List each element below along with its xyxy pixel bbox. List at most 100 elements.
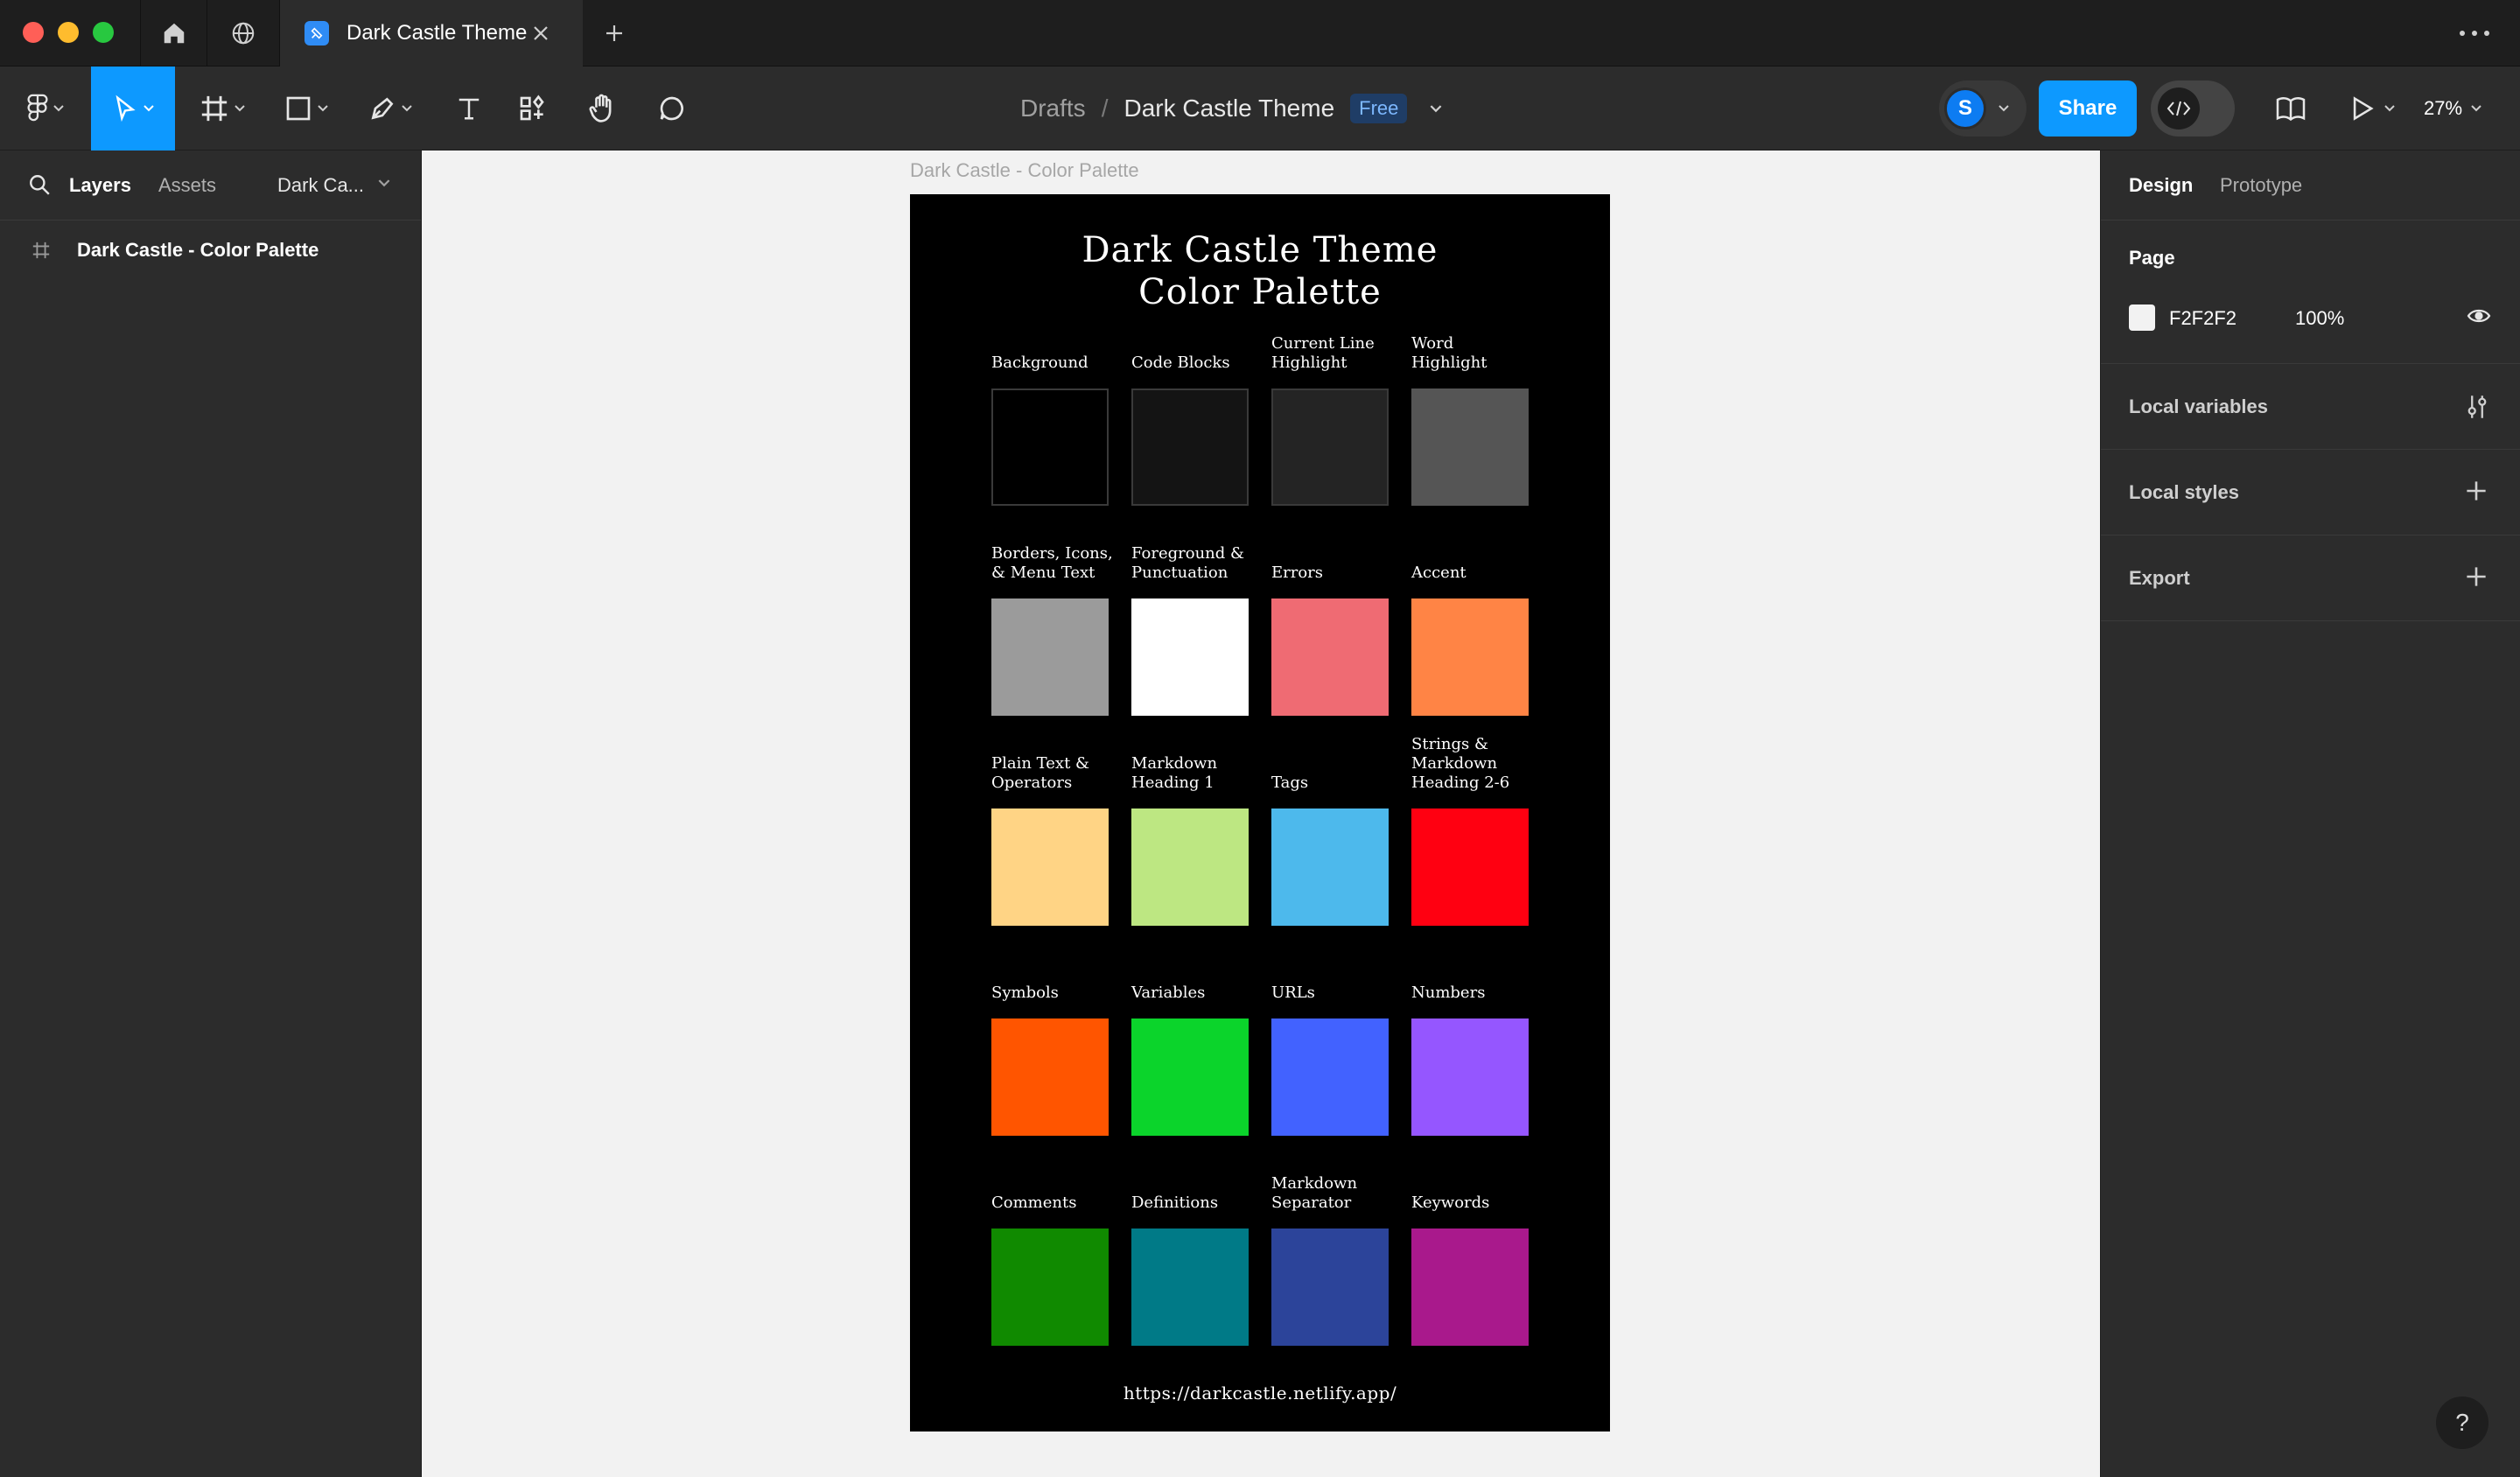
eye-icon[interactable]: [2467, 306, 2491, 326]
plus-icon[interactable]: [2465, 565, 2488, 588]
local-styles-section: Local styles: [2101, 450, 2520, 536]
text-tool[interactable]: [441, 66, 497, 150]
search-icon[interactable]: [28, 173, 51, 196]
chevron-down-icon: [2384, 105, 2395, 112]
pen-tool[interactable]: [357, 66, 424, 150]
comment-icon: [660, 96, 683, 121]
chevron-down-icon: [318, 105, 328, 112]
frame-label[interactable]: Dark Castle - Color Palette: [910, 159, 1139, 182]
more-options-button[interactable]: [2457, 18, 2492, 49]
color-swatch[interactable]: [1271, 1228, 1389, 1346]
color-swatch[interactable]: [991, 808, 1109, 926]
tab-design[interactable]: Design: [2129, 174, 2193, 197]
main-menu-button[interactable]: [18, 66, 74, 150]
pen-icon: [371, 97, 394, 120]
color-swatch[interactable]: [1131, 808, 1249, 926]
cursor-icon: [116, 94, 136, 122]
page-selector[interactable]: Dark Ca...: [277, 174, 364, 197]
right-panel-tabs: Design Prototype: [2101, 150, 2520, 220]
hand-tool[interactable]: [574, 66, 630, 150]
left-panel-tabs: Layers Assets Dark Ca...: [0, 150, 421, 220]
minimize-window-button[interactable]: [58, 22, 79, 43]
layer-row[interactable]: Dark Castle - Color Palette: [0, 229, 422, 271]
swatch-label: Foreground & Punctuation: [1131, 544, 1245, 582]
text-icon: [458, 98, 480, 120]
tab-assets[interactable]: Assets: [158, 174, 216, 197]
color-swatch[interactable]: [1131, 1018, 1249, 1136]
multiplayer-button[interactable]: S: [1939, 80, 2026, 136]
breadcrumb-drafts-link[interactable]: Drafts: [1020, 94, 1086, 122]
page-section-title: Page: [2129, 247, 2175, 269]
file-tab[interactable]: Dark Castle Theme: [280, 0, 583, 66]
color-swatch[interactable]: [1271, 598, 1389, 716]
close-tab-button[interactable]: [527, 19, 555, 47]
share-button[interactable]: Share: [2039, 80, 2137, 136]
color-swatch[interactable]: [1411, 1228, 1529, 1346]
dev-mode-toggle[interactable]: [2151, 80, 2235, 136]
file-name[interactable]: Dark Castle Theme: [1124, 94, 1334, 122]
palette-frame[interactable]: Dark Castle Theme Color Palette Backgrou…: [910, 194, 1610, 1432]
chevron-down-icon[interactable]: [378, 179, 390, 187]
swatch-label: Word Highlight: [1411, 334, 1488, 372]
color-swatch[interactable]: [1411, 388, 1529, 506]
page-section: Page F2F2F2 100%: [2101, 220, 2520, 364]
resources-tool[interactable]: [504, 66, 560, 150]
sliders-icon[interactable]: [2465, 394, 2489, 420]
close-icon: [534, 26, 548, 40]
swatch-label: URLs: [1271, 984, 1315, 1002]
plus-icon[interactable]: [2465, 480, 2488, 502]
color-swatch[interactable]: [1271, 388, 1389, 506]
community-tab[interactable]: [206, 0, 280, 66]
library-button[interactable]: [2263, 66, 2319, 150]
layers-panel: Layers Assets Dark Ca... Dark Castle - C…: [0, 150, 422, 1477]
swatch-label: Markdown Separator: [1271, 1174, 1358, 1212]
tab-prototype[interactable]: Prototype: [2220, 174, 2302, 197]
help-button[interactable]: ?: [2436, 1396, 2488, 1449]
chevron-down-icon: [2471, 105, 2482, 112]
shape-tool[interactable]: [273, 66, 340, 150]
color-swatch[interactable]: [1411, 1018, 1529, 1136]
color-swatch[interactable]: [1131, 388, 1249, 506]
move-tool[interactable]: [91, 66, 175, 150]
color-swatch[interactable]: [1131, 1228, 1249, 1346]
chevron-down-icon[interactable]: [1430, 104, 1442, 113]
frame-tool[interactable]: [189, 66, 256, 150]
color-swatch[interactable]: [991, 388, 1109, 506]
swatch-label: Symbols: [991, 984, 1059, 1002]
chevron-down-icon: [1998, 105, 2009, 112]
chevron-down-icon: [144, 105, 154, 112]
comment-tool[interactable]: [644, 66, 700, 150]
page-color-swatch[interactable]: [2129, 304, 2155, 331]
color-swatch[interactable]: [1131, 598, 1249, 716]
swatch-label: Markdown Heading 1: [1131, 754, 1218, 792]
swatch-label: Borders, Icons, & Menu Text: [991, 544, 1113, 582]
zoom-level: 27%: [2424, 97, 2463, 119]
color-swatch[interactable]: [1271, 808, 1389, 926]
page-color-opacity[interactable]: 100%: [2295, 307, 2344, 330]
color-swatch[interactable]: [1411, 808, 1529, 926]
local-variables-title: Local variables: [2129, 396, 2268, 417]
swatch-label: Tags: [1271, 774, 1309, 792]
maximize-window-button[interactable]: [93, 22, 114, 43]
more-icon: [2460, 31, 2489, 36]
present-button[interactable]: [2338, 66, 2408, 150]
tab-layers[interactable]: Layers: [69, 174, 131, 197]
rectangle-icon: [286, 96, 311, 121]
new-tab-button[interactable]: [598, 18, 630, 49]
color-swatch[interactable]: [991, 1018, 1109, 1136]
color-swatch[interactable]: [1271, 1018, 1389, 1136]
frame-icon: [32, 242, 50, 259]
page-color-hex[interactable]: F2F2F2: [2169, 307, 2236, 330]
plus-icon: [606, 25, 622, 41]
palette-title-line-2: Color Palette: [1138, 272, 1382, 312]
zoom-menu[interactable]: 27%: [2424, 66, 2482, 150]
home-tab[interactable]: [140, 0, 206, 66]
properties-panel: Design Prototype Page F2F2F2 100% Local …: [2100, 150, 2520, 1477]
color-swatch[interactable]: [991, 1228, 1109, 1346]
palette-title: Dark Castle Theme Color Palette: [910, 229, 1610, 313]
canvas[interactable]: Dark Castle - Color Palette Dark Castle …: [422, 150, 2100, 1477]
home-icon: [164, 23, 184, 44]
color-swatch[interactable]: [991, 598, 1109, 716]
close-window-button[interactable]: [23, 22, 44, 43]
color-swatch[interactable]: [1411, 598, 1529, 716]
